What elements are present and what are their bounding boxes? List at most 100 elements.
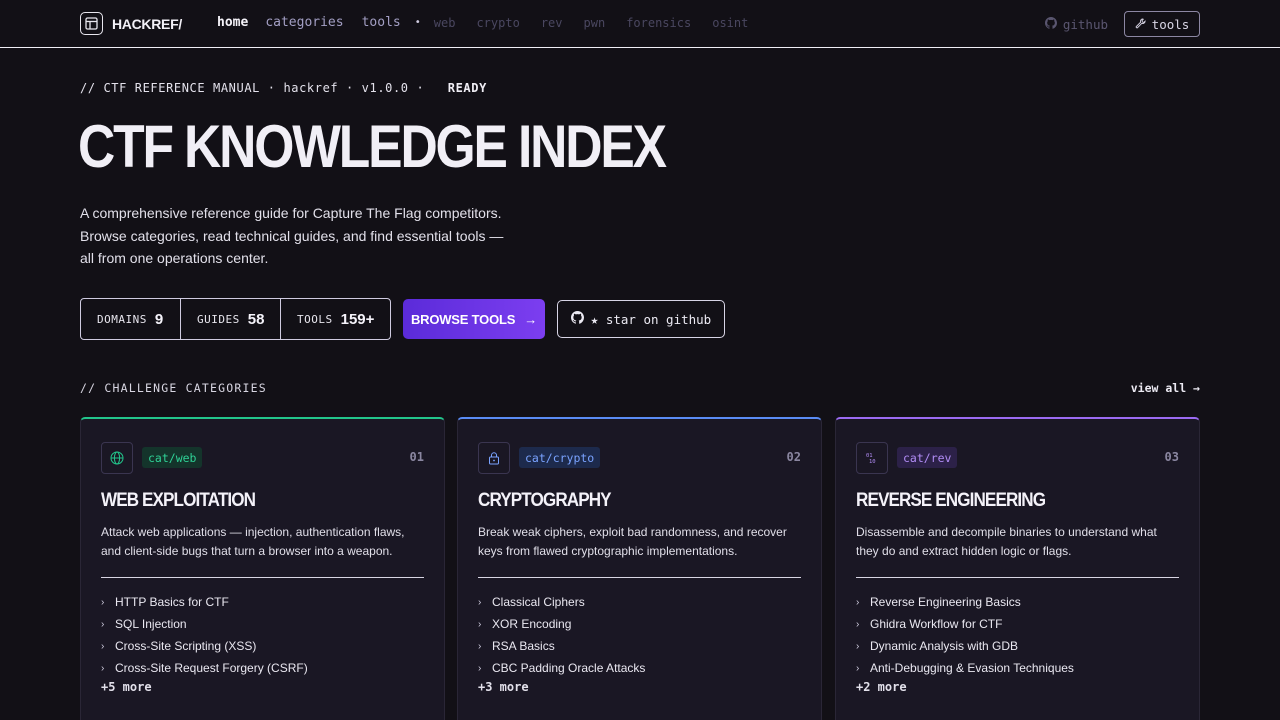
guide-label: Cross-Site Scripting (XSS): [115, 639, 257, 653]
nav-pwn[interactable]: pwn: [584, 16, 606, 30]
stat-tools: TOOLS 159+: [280, 299, 390, 339]
nav-rev[interactable]: rev: [541, 16, 563, 30]
chevron-right-icon: ›: [101, 618, 105, 630]
guide-label: Classical Ciphers: [492, 595, 585, 609]
guide-item[interactable]: › HTTP Basics for CTF: [101, 591, 308, 613]
github-icon: [1044, 16, 1057, 32]
guide-item[interactable]: › Cross-Site Request Forgery (CSRF): [101, 657, 308, 679]
logo[interactable]: HACKREF/: [80, 12, 182, 35]
chevron-right-icon: ›: [856, 618, 860, 630]
nav-right: github tools: [1044, 11, 1200, 37]
guide-label: Ghidra Workflow for CTF: [870, 617, 1003, 631]
nav-crypto[interactable]: crypto: [476, 16, 519, 30]
logo-icon: [80, 12, 103, 35]
chevron-right-icon: ›: [478, 618, 482, 630]
chevron-right-icon: ›: [856, 662, 860, 674]
guide-item[interactable]: › Anti-Debugging & Evasion Techniques: [856, 657, 1074, 679]
category-card-rev[interactable]: 01 10 cat/rev 03 REVERSE ENGINEERING Disa…: [835, 417, 1200, 720]
star-github-button[interactable]: ★ star on github: [557, 300, 725, 338]
divider: [856, 577, 1179, 578]
chevron-right-icon: ›: [101, 596, 105, 608]
guide-item[interactable]: › SQL Injection: [101, 613, 308, 635]
top-navbar: HACKREF/ home categories tools • web cry…: [0, 0, 1280, 48]
github-icon: [570, 311, 584, 327]
guide-label: Cross-Site Request Forgery (CSRF): [115, 661, 308, 675]
page-title: CTF KNOWLEDGE INDEX: [78, 113, 667, 180]
github-link[interactable]: github: [1044, 16, 1108, 32]
guide-item[interactable]: › XOR Encoding: [478, 613, 645, 635]
nav-web[interactable]: web: [434, 16, 456, 30]
stat-label: DOMAINS: [97, 312, 147, 326]
chevron-right-icon: ›: [856, 596, 860, 608]
svg-text:10: 10: [869, 459, 876, 465]
guide-item[interactable]: › Reverse Engineering Basics: [856, 591, 1074, 613]
stats-bar: DOMAINS 9 GUIDES 58 TOOLS 159+: [80, 298, 391, 340]
category-title: WEB EXPLOITATION: [101, 490, 256, 511]
divider: [478, 577, 801, 578]
more-link[interactable]: +3 more: [478, 680, 529, 694]
more-link[interactable]: +5 more: [101, 680, 152, 694]
binary-icon: 01 10: [856, 442, 888, 474]
category-description: Disassemble and decompile binaries to un…: [856, 525, 1157, 558]
tools-button[interactable]: tools: [1124, 11, 1200, 37]
nav-links: home categories tools • web crypto rev p…: [217, 15, 769, 30]
category-card-web[interactable]: cat/web 01 WEB EXPLOITATION Attack web a…: [80, 417, 445, 720]
stat-value: 159+: [340, 310, 375, 328]
category-description: Break weak ciphers, exploit bad randomne…: [478, 525, 787, 558]
guide-list: › Classical Ciphers › XOR Encoding › RSA Ba…: [478, 591, 645, 679]
divider: [101, 577, 424, 578]
guide-label: SQL Injection: [115, 617, 187, 631]
logo-text: HACKREF/: [112, 15, 182, 32]
guide-label: CBC Padding Oracle Attacks: [492, 661, 646, 675]
nav-tools[interactable]: tools: [362, 15, 401, 30]
browse-tools-button[interactable]: BROWSE TOOLS →: [403, 299, 545, 339]
stat-label: TOOLS: [297, 312, 333, 326]
lock-icon: [478, 442, 510, 474]
guide-label: Anti-Debugging & Evasion Techniques: [870, 661, 1074, 675]
category-description: Attack web applications — injection, aut…: [101, 525, 405, 558]
view-all-link[interactable]: view all →: [1131, 381, 1200, 395]
stat-value: 58: [247, 310, 265, 328]
nav-separator: •: [414, 17, 421, 28]
nav-forensics[interactable]: forensics: [626, 16, 691, 30]
category-tag: cat/web: [142, 447, 203, 468]
nav-home[interactable]: home: [217, 15, 248, 30]
category-card-crypto[interactable]: cat/crypto 02 CRYPTOGRAPHY Break weak ci…: [457, 417, 822, 720]
section-title: // CHALLENGE CATEGORIES: [80, 381, 267, 395]
status-ready: READY: [447, 81, 487, 95]
guide-item[interactable]: › Ghidra Workflow for CTF: [856, 613, 1074, 635]
chevron-right-icon: ›: [478, 640, 482, 652]
stat-label: GUIDES: [197, 312, 240, 326]
stat-value: 9: [154, 310, 164, 328]
guide-list: › Reverse Engineering Basics › Ghidra Work…: [856, 591, 1074, 679]
guide-item[interactable]: › RSA Basics: [478, 635, 645, 657]
hero-description: A comprehensive reference guide for Capt…: [80, 205, 504, 266]
category-number: 03: [1164, 450, 1179, 464]
guide-item[interactable]: › CBC Padding Oracle Attacks: [478, 657, 645, 679]
guide-label: HTTP Basics for CTF: [115, 595, 229, 609]
guide-item[interactable]: › Cross-Site Scripting (XSS): [101, 635, 308, 657]
stat-domains: DOMAINS 9: [81, 299, 180, 339]
nav-categories[interactable]: categories: [265, 15, 343, 30]
guide-item[interactable]: › Dynamic Analysis with GDB: [856, 635, 1074, 657]
wrench-icon: [1135, 17, 1146, 32]
chevron-right-icon: ›: [478, 662, 482, 674]
category-title: CRYPTOGRAPHY: [478, 490, 612, 511]
category-title: REVERSE ENGINEERING: [856, 490, 1046, 511]
chevron-right-icon: ›: [856, 640, 860, 652]
category-number: 01: [409, 450, 424, 464]
guide-label: XOR Encoding: [492, 617, 572, 631]
chevron-right-icon: ›: [101, 662, 105, 674]
category-number: 02: [786, 450, 801, 464]
globe-icon: [101, 442, 133, 474]
nav-osint[interactable]: osint: [712, 16, 748, 30]
browse-tools-label: BROWSE TOOLS: [410, 311, 516, 327]
guide-label: Reverse Engineering Basics: [870, 595, 1021, 609]
more-link[interactable]: +2 more: [856, 680, 907, 694]
category-tag: cat/crypto: [519, 447, 601, 468]
star-github-label: ★ star on github: [590, 311, 712, 327]
guide-item[interactable]: › Classical Ciphers: [478, 591, 645, 613]
chevron-right-icon: ›: [101, 640, 105, 652]
tools-button-label: tools: [1151, 16, 1190, 32]
kicker-text: // CTF REFERENCE MANUAL · hackref · v1.0…: [80, 81, 425, 95]
